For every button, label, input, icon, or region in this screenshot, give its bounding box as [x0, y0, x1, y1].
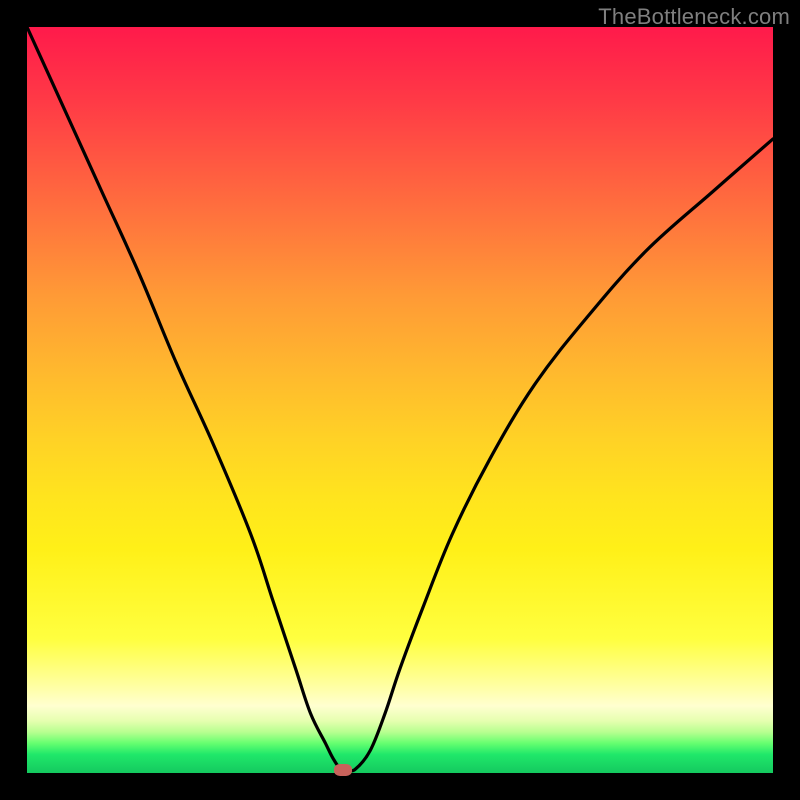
- bottleneck-marker: [334, 764, 352, 776]
- bottleneck-curve: [27, 27, 773, 773]
- chart-frame: TheBottleneck.com: [0, 0, 800, 800]
- watermark-label: TheBottleneck.com: [598, 4, 790, 30]
- plot-area: [27, 27, 773, 773]
